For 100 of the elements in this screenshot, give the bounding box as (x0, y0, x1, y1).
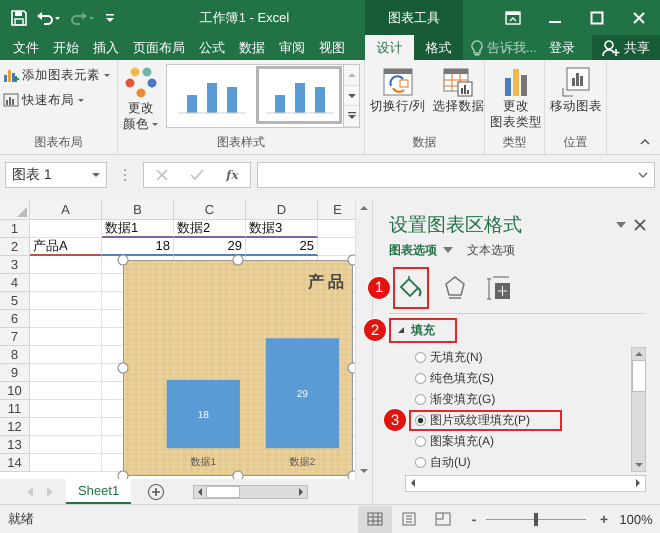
ribbon-button[interactable]: 快速布局 (3, 89, 85, 111)
column-header[interactable]: D (246, 200, 318, 220)
radio-button[interactable] (415, 414, 426, 426)
scroll-up-icon[interactable] (634, 350, 642, 357)
ribbon-tab[interactable]: 设计 (365, 35, 414, 60)
close-icon[interactable] (634, 218, 646, 231)
ribbon-tab[interactable]: 视图 (312, 35, 352, 60)
row-header[interactable]: 1 (0, 220, 30, 238)
row-header[interactable]: 8 (0, 346, 30, 364)
name-box[interactable]: 图表 1 (5, 162, 107, 188)
scroll-down-icon[interactable] (360, 468, 368, 474)
horizontal-scrollbar[interactable] (405, 474, 646, 492)
radio-option[interactable]: 图案填充(A) (409, 430, 526, 452)
row-header[interactable]: 9 (0, 364, 30, 382)
expand-icon[interactable] (638, 172, 648, 178)
ribbon-tab[interactable]: 页面布局 (126, 35, 192, 60)
sheet-tab[interactable]: Sheet1 (66, 479, 132, 504)
row-header[interactable]: 12 (0, 418, 30, 436)
vertical-scrollbar[interactable] (631, 346, 646, 472)
table-cell: 29 (174, 238, 246, 256)
gallery-more-button[interactable] (344, 106, 359, 128)
contextual-tab-label: 图表工具 (365, 0, 463, 35)
sign-in-link[interactable]: 登录 (548, 35, 575, 60)
gallery-scroll-down-button[interactable] (344, 86, 359, 106)
zoom-in-button[interactable]: + (596, 511, 612, 528)
group-label: 图表布局 (34, 134, 84, 151)
resize-handle[interactable] (348, 254, 355, 266)
radio-option[interactable]: 图片或纹理填充(P) (409, 410, 562, 431)
radio-option[interactable]: 自动(U) (409, 452, 503, 473)
ribbon-tab[interactable]: 格式 (414, 35, 463, 60)
insert-function-button[interactable]: fx (214, 162, 250, 187)
row-header[interactable]: 2 (0, 238, 30, 256)
resize-handle[interactable] (118, 362, 128, 374)
save-icon[interactable] (10, 8, 28, 26)
row-header[interactable]: 5 (0, 292, 30, 310)
ribbon-button[interactable]: 选择数据 (430, 64, 486, 116)
ribbon-tab[interactable]: 插入 (86, 35, 126, 60)
tell-me-button[interactable]: 告诉我... (471, 35, 537, 60)
chart-title: 产品 (308, 274, 348, 291)
row-header[interactable]: 14 (0, 454, 30, 472)
horizontal-scrollbar[interactable] (193, 484, 308, 499)
column-header[interactable]: E (318, 200, 355, 220)
radio-button[interactable] (415, 394, 426, 405)
radio-button[interactable] (415, 436, 426, 447)
size-properties-icon (487, 274, 511, 301)
scroll-thumb[interactable] (632, 360, 646, 392)
column-header[interactable]: B (102, 200, 174, 220)
zoom-slider-thumb[interactable] (534, 512, 538, 526)
ribbon-button[interactable]: 更改 颜色 (121, 64, 161, 134)
ribbon-tab[interactable]: 文件 (6, 35, 46, 60)
ribbon-button[interactable]: 更改 图表类型 (488, 64, 544, 132)
radio-option[interactable]: 无填充(N) (409, 346, 515, 368)
minimize-icon (549, 20, 561, 22)
caret-icon (443, 247, 453, 254)
resize-handle[interactable] (118, 470, 128, 480)
radio-button[interactable] (415, 372, 426, 384)
scroll-left-icon[interactable] (197, 488, 204, 496)
radio-option[interactable]: 渐变填充(G) (409, 388, 528, 410)
row-header[interactable]: 3 (0, 256, 30, 274)
formula-input[interactable] (257, 162, 655, 188)
ribbon-button[interactable]: 切换行/列 (368, 64, 428, 116)
row-header[interactable]: 6 (0, 310, 30, 328)
pane-tab[interactable]: 图表选项 (389, 242, 453, 259)
share-button[interactable]: 共享 (592, 35, 660, 60)
scroll-right-icon[interactable] (298, 488, 304, 496)
column-header[interactable]: C (174, 200, 246, 220)
row-header[interactable]: 10 (0, 382, 30, 400)
grip-icon[interactable] (123, 168, 127, 182)
row-header[interactable]: 13 (0, 436, 30, 454)
radio-button[interactable] (415, 456, 426, 468)
scroll-down-icon[interactable] (634, 462, 642, 468)
scroll-up-icon[interactable] (360, 204, 368, 211)
row-header[interactable]: 7 (0, 328, 30, 346)
radio-button[interactable] (415, 352, 426, 363)
check-icon (190, 168, 204, 181)
column-header[interactable]: A (30, 200, 102, 220)
ribbon-button[interactable]: 移动图表 (548, 64, 604, 116)
collapse-ribbon-icon[interactable] (640, 138, 650, 146)
scroll-left-icon[interactable] (410, 479, 416, 488)
radio-option[interactable]: 纯色填充(S) (409, 368, 526, 389)
scroll-right-icon[interactable] (635, 479, 641, 488)
section-header[interactable]: 填充 (389, 318, 457, 343)
row-header[interactable]: 11 (0, 400, 30, 418)
ribbon-tab[interactable]: 公式 (192, 35, 232, 60)
more-arrow-icon (348, 112, 356, 120)
pane-icon-tab[interactable] (393, 266, 429, 309)
table-cell: 数据2 (174, 220, 246, 238)
pane-tab[interactable]: 文本选项 (467, 242, 515, 259)
pane-options-caret-icon[interactable] (616, 222, 626, 228)
add-sheet-icon[interactable] (147, 482, 166, 501)
scroll-thumb[interactable] (206, 486, 240, 498)
zoom-level[interactable]: 100% (612, 512, 660, 527)
chart-area[interactable]: 产品 18 29 数据1 数据2 (123, 260, 353, 476)
ribbon-tab[interactable]: 数据 (232, 35, 272, 60)
ribbon-button[interactable]: 添加图表元素 (3, 64, 111, 86)
ribbon-tab[interactable]: 开始 (46, 35, 86, 60)
ribbon-tab[interactable]: 审阅 (272, 35, 312, 60)
row-header[interactable]: 4 (0, 274, 30, 292)
zoom-out-button[interactable]: - (466, 511, 482, 528)
view-button[interactable] (358, 506, 392, 533)
